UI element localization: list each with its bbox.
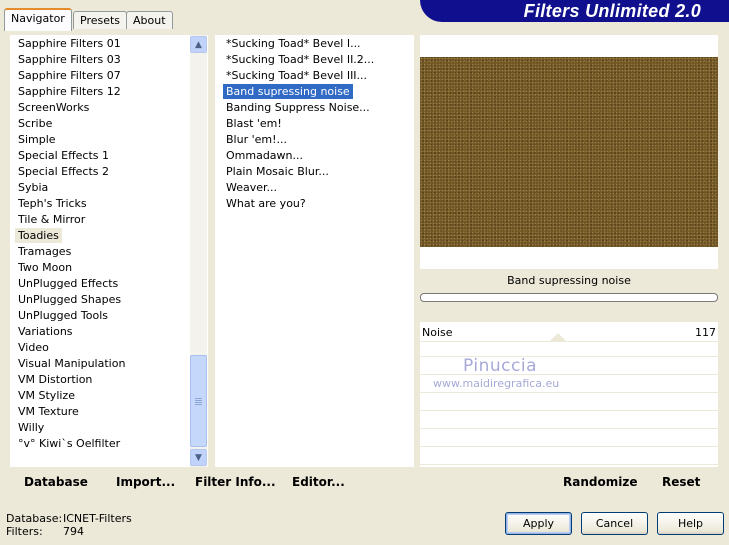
preview-bottom-area (420, 247, 718, 269)
filter-item[interactable]: *Sucking Toad* Bevel III... (223, 68, 370, 83)
filter-item[interactable]: Banding Suppress Noise... (223, 100, 373, 115)
database-value: ICNET-Filters (63, 512, 132, 525)
category-item[interactable]: Sapphire Filters 07 (15, 68, 124, 83)
database-info: Database: ICNET-Filters Filters: 794 (6, 512, 132, 538)
category-item[interactable]: Variations (15, 324, 76, 339)
filter-info-button[interactable]: Filter Info... (195, 475, 276, 489)
tab-presets[interactable]: Presets (73, 11, 128, 29)
progress-bar (420, 293, 718, 302)
category-item[interactable]: VM Texture (15, 404, 82, 419)
filter-list[interactable]: *Sucking Toad* Bevel I... *Sucking Toad* … (215, 35, 414, 467)
category-item[interactable]: Simple (15, 132, 59, 147)
category-item[interactable]: Visual Manipulation (15, 356, 128, 371)
filters-count-value: 794 (63, 525, 84, 538)
database-label: Database: (6, 512, 63, 525)
tab-navigator[interactable]: Navigator (4, 8, 72, 31)
category-item[interactable]: Teph's Tricks (15, 196, 90, 211)
category-item[interactable]: Special Effects 2 (15, 164, 112, 179)
category-item[interactable]: Sapphire Filters 12 (15, 84, 124, 99)
watermark-site: www.maidiregrafica.eu (433, 377, 560, 390)
chevron-down-icon: ▼ (195, 452, 202, 463)
category-item[interactable]: Special Effects 1 (15, 148, 112, 163)
category-item[interactable]: Toadies (15, 228, 62, 243)
filter-item[interactable]: Band supressing noise (222, 83, 354, 100)
category-item[interactable]: UnPlugged Shapes (15, 292, 124, 307)
preview-top-area (420, 35, 718, 57)
tab-about[interactable]: About (126, 11, 173, 29)
category-item[interactable]: Tile & Mirror (15, 212, 88, 227)
param-row-empty (420, 450, 718, 465)
category-item[interactable]: VM Distortion (15, 372, 95, 387)
scroll-thumb[interactable] (190, 355, 207, 447)
apply-button[interactable]: Apply (505, 512, 572, 535)
randomize-button[interactable]: Randomize (563, 475, 637, 489)
category-item[interactable]: °v° Kiwi`s Oelfilter (15, 436, 123, 451)
filter-item[interactable]: *Sucking Toad* Bevel I... (223, 36, 364, 51)
filter-item[interactable]: Ommadawn... (223, 148, 306, 163)
category-item[interactable]: Scribe (15, 116, 55, 131)
category-item[interactable]: Sapphire Filters 03 (15, 52, 124, 67)
right-toolbar: Randomize Reset (420, 467, 718, 494)
filter-item[interactable]: *Sucking Toad* Bevel II.2... (223, 52, 377, 67)
reset-button[interactable]: Reset (662, 475, 700, 489)
category-item[interactable]: Willy (15, 420, 47, 435)
filter-item[interactable]: Blast 'em! (223, 116, 285, 131)
filter-item[interactable]: Plain Mosaic Blur... (223, 164, 332, 179)
param-value: 117 (695, 326, 716, 339)
database-button[interactable]: Database (24, 475, 88, 489)
editor-button[interactable]: Editor... (292, 475, 345, 489)
param-row-empty (420, 342, 718, 357)
param-row-empty (420, 414, 718, 429)
category-item[interactable]: UnPlugged Effects (15, 276, 121, 291)
filter-item[interactable]: Weaver... (223, 180, 280, 195)
current-filter-name: Band supressing noise (420, 269, 718, 293)
watermark-name: Pinuccia (463, 356, 537, 376)
app-title-banner: Filters Unlimited 2.0 (420, 0, 729, 22)
chevron-up-icon: ▲ (195, 39, 202, 50)
preview-image (420, 57, 718, 247)
category-item[interactable]: VM Stylize (15, 388, 78, 403)
parameter-panel: Noise 117 (420, 322, 718, 467)
param-label: Noise (422, 326, 453, 339)
category-item[interactable]: Two Moon (15, 260, 75, 275)
slider-pointer[interactable] (549, 333, 567, 342)
left-toolbar: Database Import... Filter Info... Editor… (10, 467, 414, 494)
filter-item[interactable]: Blur 'em!... (223, 132, 290, 147)
scroll-down-button[interactable]: ▼ (190, 449, 207, 466)
category-item[interactable]: Sybia (15, 180, 51, 195)
grip-icon (195, 397, 202, 405)
import-button[interactable]: Import... (116, 475, 175, 489)
category-item[interactable]: UnPlugged Tools (15, 308, 111, 323)
category-item[interactable]: Tramages (15, 244, 74, 259)
category-scrollbar[interactable]: ▲ ▼ (190, 35, 207, 467)
help-button[interactable]: Help (657, 512, 724, 535)
filters-count-label: Filters: (6, 525, 43, 538)
param-row-noise[interactable]: Noise 117 (420, 322, 718, 342)
scroll-up-button[interactable]: ▲ (190, 36, 207, 53)
category-item[interactable]: ScreenWorks (15, 100, 92, 115)
category-list[interactable]: Sapphire Filters 01 Sapphire Filters 03 Sa… (10, 35, 208, 467)
param-row-empty (420, 432, 718, 447)
category-item[interactable]: Video (15, 340, 52, 355)
cancel-button[interactable]: Cancel (581, 512, 648, 535)
param-row-empty (420, 396, 718, 411)
filter-item[interactable]: What are you? (223, 196, 309, 211)
category-item[interactable]: Sapphire Filters 01 (15, 36, 124, 51)
